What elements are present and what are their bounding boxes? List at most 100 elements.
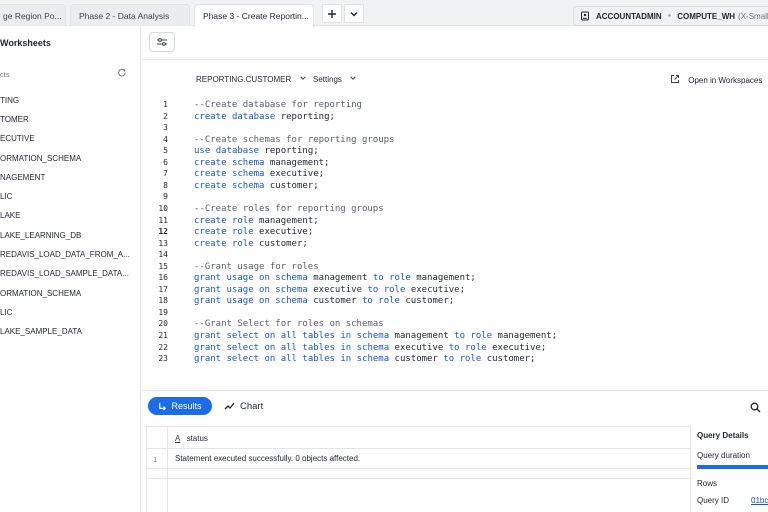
sidebar-item[interactable]: NAGEMENT xyxy=(0,173,138,182)
line-number: 6 xyxy=(163,157,168,167)
query-id-label: Query ID xyxy=(697,496,730,505)
text-type-icon: A xyxy=(175,434,181,443)
line-number: 12 xyxy=(158,227,168,237)
sidebar-item[interactable]: LAKE_SAMPLE_DATA xyxy=(0,327,138,336)
column-header-status[interactable]: A status xyxy=(175,434,208,443)
line-number: 18 xyxy=(158,296,168,306)
line-number: 19 xyxy=(158,307,168,317)
line-number: 4 xyxy=(163,134,168,144)
code-text: grant select on all tables in schema man… xyxy=(194,331,558,341)
line-number: 20 xyxy=(158,319,168,329)
row-number: 1 xyxy=(153,455,158,464)
sliders-icon xyxy=(157,38,167,46)
sidebar-item[interactable]: REDAVIS_LOAD_DATA_FROM_A... xyxy=(0,250,138,259)
line-number: 5 xyxy=(163,146,168,156)
sidebar-item[interactable]: LIC xyxy=(0,192,138,201)
plus-icon xyxy=(328,9,336,18)
query-id-link[interactable]: 01bc xyxy=(751,496,768,505)
code-text: use database reporting; xyxy=(194,146,319,157)
sidebar-item[interactable]: REDAVIS_LOAD_SAMPLE_DATA... xyxy=(0,269,138,278)
code-text: grant usage on schema customer to role c… xyxy=(194,296,455,307)
sidebar-subtitle: cts xyxy=(0,70,10,79)
line-number: 8 xyxy=(163,180,168,190)
role-icon xyxy=(581,11,589,21)
sidebar: Worksheets cts TING TOMER ECUTIVE ORMATI… xyxy=(0,26,141,512)
line-number: 15 xyxy=(158,261,168,271)
search-icon[interactable] xyxy=(750,400,761,418)
sidebar-item[interactable]: LIC xyxy=(0,308,138,317)
settings-label: Settings xyxy=(313,75,342,84)
results-grid: A status 1 Statement executed successful… xyxy=(146,426,691,512)
query-duration-bar xyxy=(697,465,768,469)
line-number: 17 xyxy=(158,284,168,294)
editor-toolbar xyxy=(142,26,768,60)
sidebar-item[interactable]: ORMATION_SCHEMA xyxy=(0,289,138,298)
sidebar-item[interactable]: LAKE xyxy=(0,211,138,220)
editor-header: REPORTING.CUSTOMER Settings Open in Work… xyxy=(142,68,768,88)
chevron-down-icon xyxy=(299,76,306,80)
line-number: 13 xyxy=(158,238,168,248)
sidebar-item[interactable]: TING xyxy=(0,96,138,105)
chart-tab[interactable]: Chart xyxy=(224,401,263,412)
line-number: 21 xyxy=(158,331,168,340)
sidebar-item[interactable]: ECUTIVE xyxy=(0,134,138,143)
line-number: 7 xyxy=(163,169,168,179)
settings-dropdown[interactable]: Settings xyxy=(313,74,357,84)
open-in-workspaces-link[interactable]: Open in Workspaces xyxy=(670,74,762,85)
code-text: create role management; xyxy=(194,215,319,226)
empty-row xyxy=(147,469,691,479)
tab-region[interactable]: ge Region Po... xyxy=(0,4,66,26)
code-text: --Create roles for reporting groups xyxy=(194,203,384,214)
query-duration-label: Query duration xyxy=(697,451,750,460)
chevron-down-icon xyxy=(350,11,358,16)
results-tab[interactable]: Results xyxy=(148,397,212,415)
line-number: 23 xyxy=(158,354,168,364)
sidebar-title[interactable]: Worksheets xyxy=(0,38,51,48)
line-number: 10 xyxy=(158,203,168,213)
tab-menu-button[interactable] xyxy=(344,4,364,23)
sidebar-item[interactable]: TOMER xyxy=(0,115,138,124)
grid-header-row: A status xyxy=(147,427,691,449)
table-row[interactable]: 1 Statement executed successfully. 0 obj… xyxy=(147,449,691,469)
status-cell[interactable]: Statement executed successfully. 0 objec… xyxy=(175,454,360,463)
code-text: create role customer; xyxy=(194,238,308,249)
tab-phase-2[interactable]: Phase 2 - Data Analysis xyxy=(70,4,190,26)
code-text: --Grant Select for roles on schemas xyxy=(194,319,384,330)
code-text: grant select on all tables in schema cus… xyxy=(194,354,536,365)
app-window: ge Region Po... Phase 2 - Data Analysis … xyxy=(0,0,768,512)
rows-label: Rows xyxy=(697,479,718,488)
results-arrow-icon xyxy=(159,402,167,411)
code-text: grant usage on schema management to role… xyxy=(194,273,476,284)
line-number: 1 xyxy=(163,100,168,109)
query-details-title: Query Details xyxy=(697,431,749,440)
query-details-panel: Query Details Query duration Rows Query … xyxy=(690,426,768,512)
code-text: --Grant usage for roles xyxy=(194,261,319,272)
separator-dot: ● xyxy=(667,13,672,19)
chart-line-icon xyxy=(224,402,235,410)
database-selector[interactable]: REPORTING.CUSTOMER xyxy=(196,74,307,84)
line-number: 9 xyxy=(163,192,168,202)
sidebar-item[interactable]: ORMATION_SCHEMA xyxy=(0,154,138,163)
open-in-workspaces-label: Open in Workspaces xyxy=(688,76,763,85)
code-text: grant usage on schema executive to role … xyxy=(194,284,465,295)
database-selector-label: REPORTING.CUSTOMER xyxy=(196,75,292,84)
warehouse-name: COMPUTE_WH xyxy=(677,11,736,21)
context-selector[interactable]: ACCOUNTADMIN ● COMPUTE_WH (X-Small) xyxy=(573,6,768,26)
chevron-down-icon xyxy=(350,76,356,80)
refresh-icon[interactable] xyxy=(117,68,127,81)
sidebar-item[interactable]: LAKE_LEARNING_DB xyxy=(0,231,138,240)
line-number: 3 xyxy=(163,123,168,133)
code-text: --Create database for reporting xyxy=(194,100,362,110)
code-text: create schema customer; xyxy=(194,180,319,191)
chart-tab-label: Chart xyxy=(240,401,264,412)
new-tab-button[interactable] xyxy=(322,4,342,23)
code-text: grant select on all tables in schema exe… xyxy=(194,342,547,353)
tab-phase-3[interactable]: Phase 3 - Create Reportin... xyxy=(194,4,314,27)
line-number: 2 xyxy=(163,111,168,121)
filter-button[interactable] xyxy=(149,32,175,52)
code-text: create database reporting; xyxy=(194,111,335,122)
external-link-icon xyxy=(671,75,679,83)
results-tab-label: Results xyxy=(171,401,202,411)
code-text: --Create schemas for reporting groups xyxy=(194,134,395,145)
code-text: create schema management; xyxy=(194,157,330,168)
